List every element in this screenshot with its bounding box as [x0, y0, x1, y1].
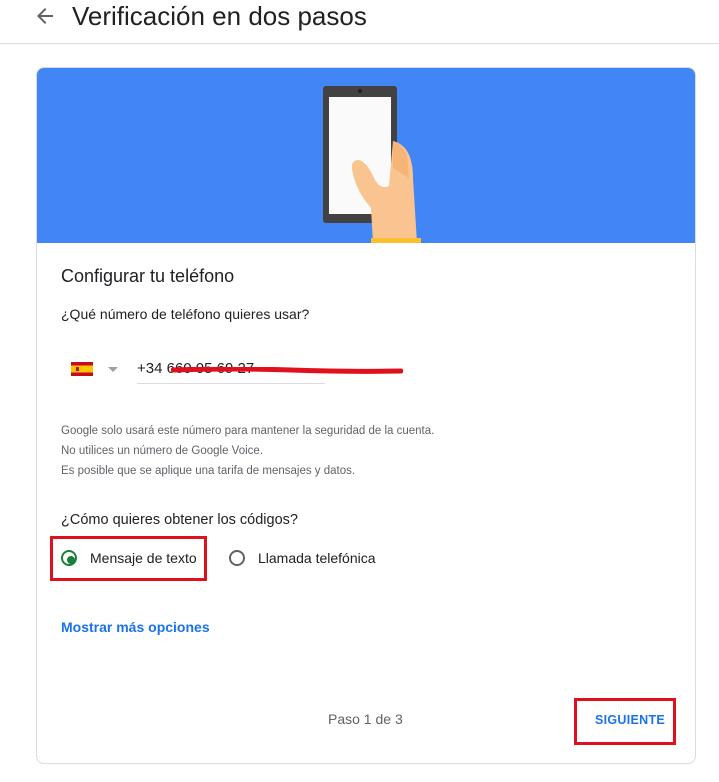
hand-holding-phone-illustration: [323, 86, 421, 243]
dropdown-arrow-icon: [108, 367, 118, 372]
setup-card: Configurar tu teléfono ¿Qué número de te…: [36, 67, 696, 764]
phone-illustration-banner: [37, 68, 695, 243]
spain-flag-icon: [71, 362, 93, 376]
show-more-options-link[interactable]: Mostrar más opciones: [61, 617, 210, 637]
page-title: Verificación en dos pasos: [72, 1, 367, 31]
country-select[interactable]: [71, 358, 123, 382]
radio-unchecked-icon: [229, 550, 245, 566]
radio-label: Llamada telefónica: [258, 550, 376, 566]
radio-label: Mensaje de texto: [90, 550, 197, 566]
step-indicator: Paso 1 de 3: [328, 711, 403, 727]
arrow-left-icon[interactable]: [33, 4, 57, 28]
redaction-scribble: [171, 367, 403, 374]
radio-checked-icon: [61, 550, 77, 566]
codes-question: ¿Cómo quieres obtener los códigos?: [61, 512, 298, 528]
card-title: Configurar tu teléfono: [61, 266, 235, 286]
note-line: Google solo usará este número para mante…: [61, 425, 435, 437]
phone-question: ¿Qué número de teléfono quieres usar?: [61, 306, 310, 322]
note-line: Es posible que se aplique una tarifa de …: [61, 465, 356, 477]
phone-usage-notes: Google solo usará este número para mante…: [61, 421, 434, 481]
top-bar: Verificación en dos pasos: [0, 0, 719, 44]
next-button[interactable]: SIGUIENTE: [590, 707, 670, 733]
note-line: No utilices un número de Google Voice.: [61, 445, 264, 457]
